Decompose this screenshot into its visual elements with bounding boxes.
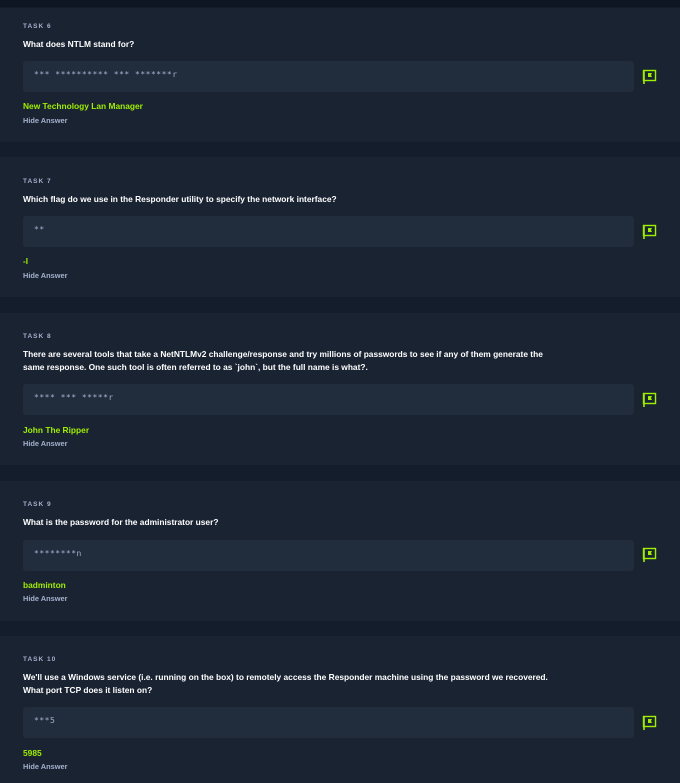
answer-text: John The Ripper — [23, 425, 90, 435]
answer-placeholder: ** — [34, 225, 45, 234]
flag-icon[interactable] — [642, 224, 658, 240]
hide-answer-link[interactable]: Hide Answer — [23, 594, 68, 603]
answer-input[interactable]: ** — [23, 216, 634, 247]
question-text: Which flag do we use in the Responder ut… — [23, 194, 337, 204]
answer-input[interactable]: ********n — [23, 540, 634, 571]
answer-text: New Technology Lan Manager — [23, 101, 143, 111]
hide-answer-link[interactable]: Hide Answer — [23, 271, 68, 280]
hide-answer-link[interactable]: Hide Answer — [23, 439, 68, 448]
task-label: TASK 7 — [23, 178, 52, 185]
top-divider — [0, 0, 680, 7]
answer-input[interactable]: ***5 — [23, 707, 634, 738]
answer-placeholder: ********n — [34, 549, 82, 558]
answer-text: badminton — [23, 580, 66, 590]
question-text: What is the password for the administrat… — [23, 517, 219, 527]
flag-icon[interactable] — [642, 715, 658, 731]
flag-icon[interactable] — [642, 392, 658, 408]
answer-input[interactable]: *** ********** *** *******r — [23, 61, 634, 92]
task-label: TASK 10 — [23, 656, 57, 663]
hide-answer-link[interactable]: Hide Answer — [23, 116, 68, 125]
question-text: There are several tools that take a NetN… — [23, 349, 543, 372]
answer-text: -I — [23, 256, 29, 266]
hide-answer-link[interactable]: Hide Answer — [23, 762, 68, 771]
answer-input[interactable]: **** *** *****r — [23, 384, 634, 415]
question-text: What does NTLM stand for? — [23, 39, 135, 49]
answer-placeholder: *** ********** *** *******r — [34, 70, 178, 79]
flag-icon[interactable] — [642, 69, 658, 85]
flag-icon[interactable] — [642, 547, 658, 563]
question-text: We'll use a Windows service (i.e. runnin… — [23, 672, 548, 695]
task-label: TASK 8 — [23, 333, 52, 340]
task-label: TASK 6 — [23, 23, 52, 30]
answer-placeholder: **** *** *****r — [34, 393, 114, 402]
task-label: TASK 9 — [23, 501, 52, 508]
answer-placeholder: ***5 — [34, 716, 56, 725]
answer-text: 5985 — [23, 748, 42, 758]
